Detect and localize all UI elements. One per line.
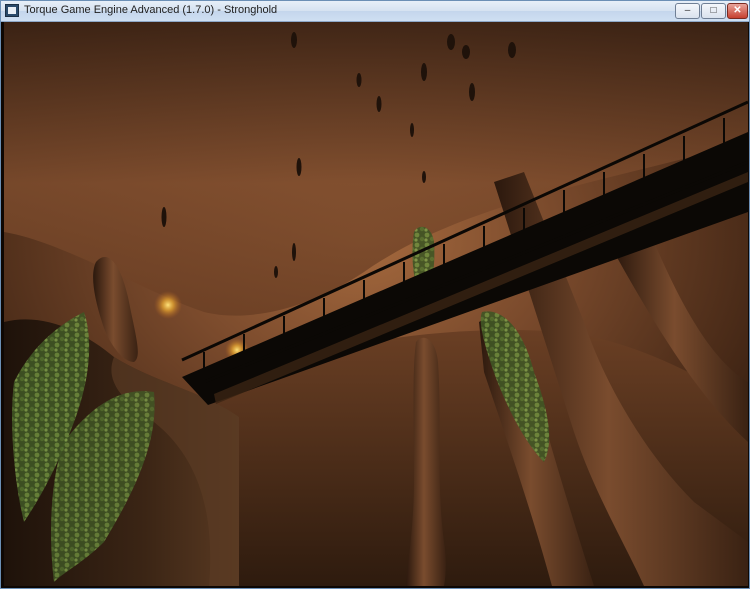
torch-light [154,291,182,319]
window-title: Torque Game Engine Advanced (1.7.0) - St… [24,4,278,16]
minimize-button[interactable]: ‒ [675,3,700,19]
close-button[interactable]: ✕ [727,3,748,19]
maximize-button[interactable]: □ [701,3,726,19]
app-icon[interactable] [5,4,19,17]
title-bar[interactable]: Torque Game Engine Advanced (1.7.0) - St… [1,1,749,22]
game-viewport[interactable] [4,22,748,586]
game-window: Torque Game Engine Advanced (1.7.0) - St… [0,0,750,589]
cave-scene [4,22,748,586]
